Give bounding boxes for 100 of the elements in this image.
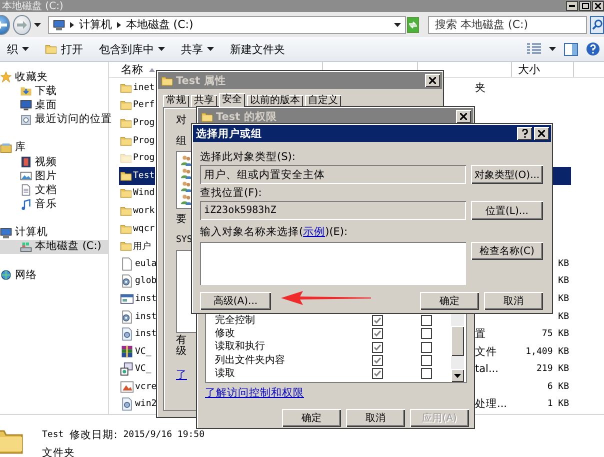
advanced-button[interactable]: 高级(A)... <box>200 292 271 310</box>
nav-item[interactable]: 文档 <box>0 183 108 198</box>
allow-checkbox[interactable] <box>372 315 383 326</box>
nav-item[interactable]: 本地磁盘 (C:) <box>0 240 108 254</box>
tab[interactable]: 自定义 <box>305 95 341 107</box>
toolbar-button[interactable]: 织 <box>0 38 37 60</box>
dialog-button[interactable]: 取消 <box>346 409 405 427</box>
allow-checkbox[interactable] <box>372 355 383 366</box>
nav-item[interactable]: 视频 <box>0 154 108 170</box>
close-button[interactable] <box>456 110 471 123</box>
file-item[interactable]: win2 <box>119 396 155 414</box>
address-field[interactable]: 计算机 本地磁盘 (C:) <box>48 16 406 34</box>
help-button[interactable] <box>517 127 532 140</box>
library-icon <box>0 142 12 154</box>
file-item[interactable]: Prog <box>119 114 155 132</box>
examples-link[interactable]: 示例 <box>303 226 326 238</box>
modified-label: 修改日期: <box>70 428 118 442</box>
locations-button[interactable]: 位置(L)... <box>471 201 543 220</box>
file-item[interactable]: inst <box>119 290 155 308</box>
film-icon <box>20 156 32 168</box>
file-item[interactable]: vcre <box>119 378 155 396</box>
maximize-button[interactable] <box>579 1 591 11</box>
list-view-icon <box>527 43 541 55</box>
preview-pane-button[interactable] <box>564 42 578 56</box>
tab[interactable]: 以前的版本 <box>247 95 303 107</box>
open-folder-icon <box>45 43 57 55</box>
file-name: Prog <box>133 118 155 128</box>
scroll-down-button[interactable] <box>451 369 464 382</box>
nav-item[interactable]: 下载 <box>0 84 108 98</box>
view-button[interactable] <box>527 43 541 55</box>
object-type-field[interactable]: 用户、组或内置安全主体 <box>200 165 466 184</box>
folder-icon <box>120 187 132 200</box>
file-item[interactable]: VC_ <box>119 360 155 378</box>
deny-checkbox[interactable] <box>421 328 432 340</box>
breadcrumb[interactable]: 本地磁盘 (C:) <box>126 17 194 32</box>
file-item[interactable]: Prog <box>119 132 155 150</box>
file-item[interactable]: inst <box>119 308 155 326</box>
file-name: inst <box>135 329 157 340</box>
file-item[interactable]: glob <box>119 272 155 290</box>
breadcrumb[interactable]: 计算机 <box>78 17 112 32</box>
deny-checkbox[interactable] <box>421 355 432 366</box>
allow-checkbox[interactable] <box>372 368 383 380</box>
close-button[interactable] <box>534 127 549 140</box>
nav-item[interactable]: 桌面 <box>0 98 108 113</box>
nav-item[interactable]: 计算机 <box>0 226 108 240</box>
search-button[interactable] <box>590 16 604 34</box>
download-folder-icon <box>20 85 32 98</box>
nav-item[interactable]: 库 <box>0 140 108 155</box>
column-header[interactable]: 大小 <box>512 62 574 77</box>
minimize-button[interactable] <box>566 1 578 11</box>
help-icon <box>586 42 600 56</box>
file-item[interactable]: Test <box>119 166 155 185</box>
file-item[interactable]: VC_ <box>119 342 155 360</box>
file-name: inst <box>135 312 157 322</box>
scrollbar[interactable] <box>451 314 464 382</box>
tab[interactable]: 安全 <box>219 93 245 107</box>
deny-checkbox[interactable] <box>421 368 432 380</box>
object-names-field[interactable] <box>200 242 466 285</box>
allow-checkbox[interactable] <box>372 342 383 353</box>
nav-item[interactable]: 音乐 <box>0 198 108 212</box>
allow-checkbox[interactable] <box>372 328 383 340</box>
dialog-button[interactable]: 确定 <box>282 409 341 427</box>
file-item[interactable]: Perf <box>119 96 155 114</box>
cancel-button[interactable]: 取消 <box>484 292 543 310</box>
gear-document-icon <box>120 310 134 324</box>
help-link[interactable]: 了 <box>176 369 187 381</box>
location-field[interactable]: iZ23ok5983hZ <box>200 201 466 220</box>
close-button[interactable] <box>592 1 604 11</box>
toolbar-button[interactable]: 新建文件夹 <box>222 38 293 60</box>
deny-checkbox[interactable] <box>421 342 432 353</box>
search-icon <box>592 19 603 30</box>
deny-checkbox[interactable] <box>421 315 432 326</box>
help-link[interactable]: 了解访问控制和权限 <box>205 387 304 399</box>
down-arrow-icon <box>454 374 461 378</box>
file-item[interactable]: inst <box>119 325 155 343</box>
object-types-button[interactable]: 对象类型(O)... <box>471 165 543 184</box>
file-item[interactable]: wqcr <box>119 220 155 238</box>
refresh-button[interactable] <box>406 16 420 32</box>
toolbar-button[interactable]: 打开 <box>37 38 91 60</box>
file-item[interactable]: Prog <box>119 149 155 167</box>
nav-item[interactable]: 收藏夹 <box>0 70 108 84</box>
close-button[interactable] <box>425 74 440 87</box>
nav-item[interactable]: 图片 <box>0 169 108 184</box>
file-item[interactable]: work <box>119 202 155 220</box>
ok-button[interactable]: 确定 <box>420 292 479 310</box>
dialog-title: 选择用户或组 <box>196 126 262 140</box>
toolbar-button[interactable]: 共享 <box>173 38 222 60</box>
file-item[interactable]: eula <box>119 254 155 273</box>
file-item[interactable]: 用户 <box>119 237 155 255</box>
label-text: 对 <box>176 115 187 126</box>
search-field[interactable]: 搜索 本地磁盘 (C:) <box>428 16 588 34</box>
file-item[interactable]: inet <box>119 79 155 97</box>
tab[interactable]: 常规 <box>163 95 189 107</box>
forward-button[interactable] <box>13 14 31 34</box>
file-name: inet <box>133 82 155 93</box>
toolbar-button[interactable]: 包含到库中 <box>91 38 173 60</box>
check-names-button[interactable]: 检查名称(C) <box>471 242 543 260</box>
nav-item[interactable]: 网络 <box>0 268 108 282</box>
file-item[interactable]: Wind <box>119 184 155 202</box>
tab[interactable]: 共享 <box>191 95 217 107</box>
